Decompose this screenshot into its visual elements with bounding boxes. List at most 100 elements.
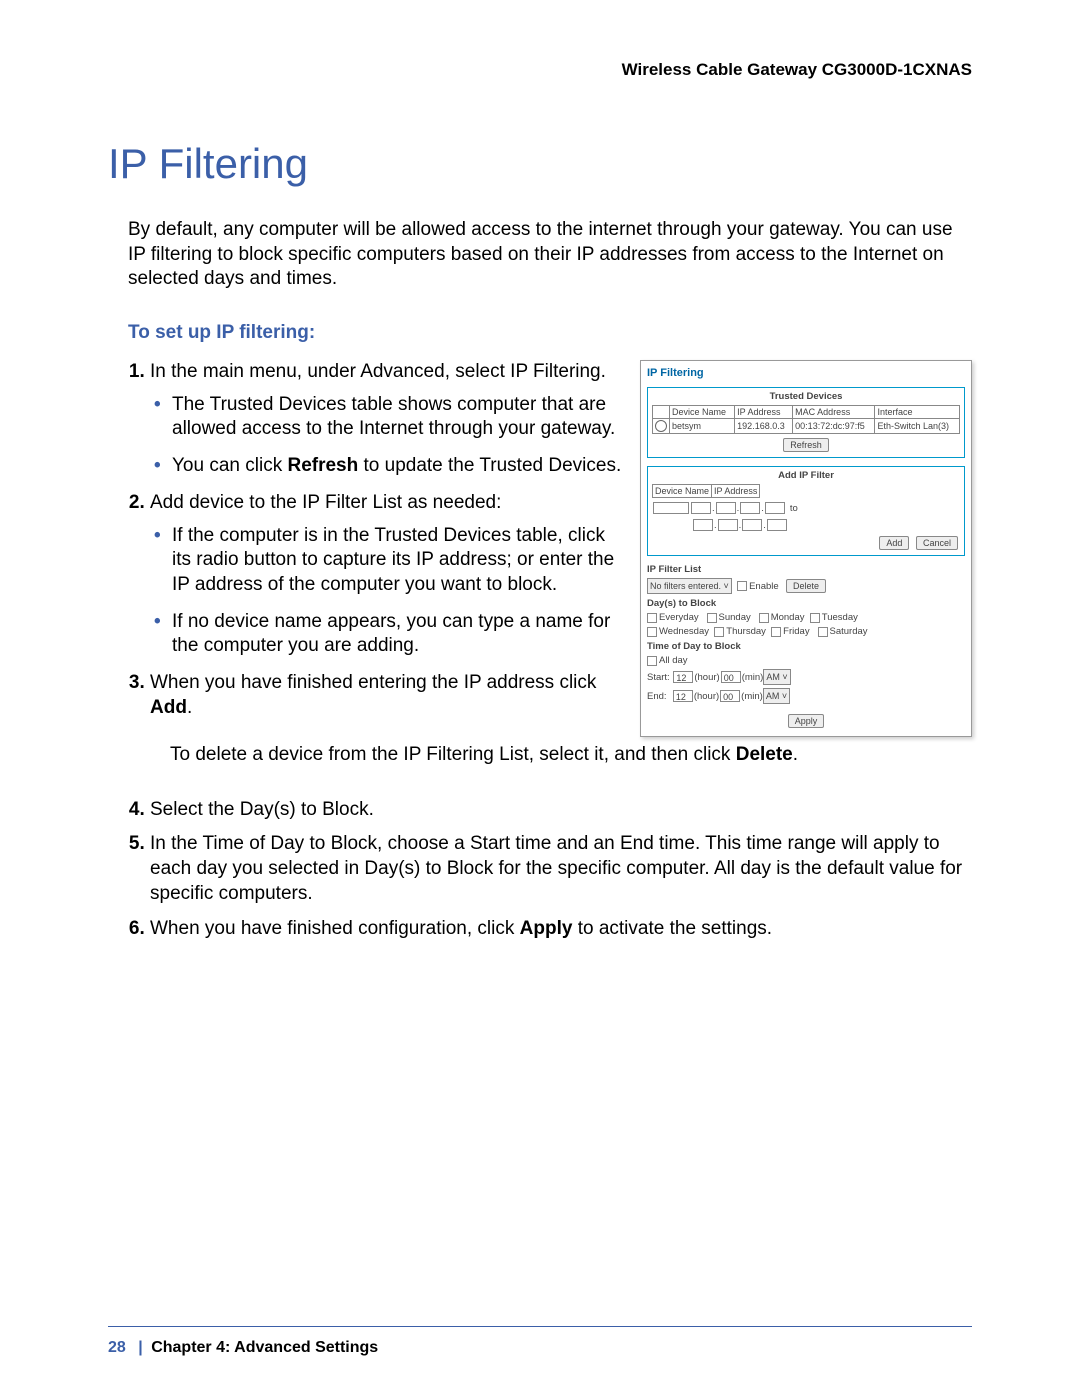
start-min-input[interactable]: 00 <box>721 671 741 683</box>
text-fragment: . <box>187 697 192 718</box>
col-device: Device Name <box>670 406 735 419</box>
add-ip-filter-box: Add IP Filter Device Name IP Address . .… <box>647 466 965 556</box>
day-label: Tuesday <box>822 612 858 623</box>
day-label: Everyday <box>659 612 699 623</box>
ip-octet-input[interactable] <box>718 519 738 531</box>
day-label: Friday <box>783 626 809 637</box>
ip-octet-input[interactable] <box>767 519 787 531</box>
intro-paragraph: By default, any computer will be allowed… <box>128 218 972 292</box>
start-hour-input[interactable]: 12 <box>673 671 693 683</box>
end-label: End: <box>647 691 667 702</box>
ip-octet-input[interactable] <box>742 519 762 531</box>
col-ip: IP Address <box>735 406 793 419</box>
hour-label: (hour) <box>694 672 719 683</box>
procedure-heading: To set up IP filtering: <box>128 322 972 344</box>
hour-label: (hour) <box>694 691 719 702</box>
allday-checkbox[interactable] <box>647 656 657 666</box>
cell-device: betsym <box>670 419 735 434</box>
day-monday-checkbox[interactable] <box>759 613 769 623</box>
allday-label: All day <box>659 655 688 666</box>
trusted-devices-box: Trusted Devices Device Name IP Address M… <box>647 387 965 458</box>
lbl-device: Device Name <box>653 485 712 498</box>
day-sunday-checkbox[interactable] <box>707 613 717 623</box>
step-2-bullet-1: If the computer is in the Trusted Device… <box>172 524 624 598</box>
time-of-day-title: Time of Day to Block <box>647 641 965 652</box>
day-saturday-checkbox[interactable] <box>818 627 828 637</box>
ip-octet-input[interactable] <box>693 519 713 531</box>
day-label: Saturday <box>830 626 868 637</box>
chapter-label: Chapter 4: Advanced Settings <box>151 1339 378 1356</box>
start-label: Start: <box>647 672 670 683</box>
min-label: (min) <box>742 672 764 683</box>
step-1-bullet-2: You can click Refresh to update the Trus… <box>172 454 624 479</box>
apply-button[interactable]: Apply <box>788 714 825 728</box>
day-label: Thursday <box>726 626 766 637</box>
day-thursday-checkbox[interactable] <box>714 627 724 637</box>
end-min-input[interactable]: 00 <box>720 690 740 702</box>
start-ampm-select[interactable]: AM ˅ <box>763 669 790 685</box>
min-label: (min) <box>741 691 763 702</box>
select-device-radio[interactable] <box>655 420 667 432</box>
day-friday-checkbox[interactable] <box>771 627 781 637</box>
ampm-value: AM <box>766 672 780 682</box>
footer-separator: | <box>138 1339 142 1356</box>
refresh-button[interactable]: Refresh <box>783 438 829 452</box>
filter-select-value: No filters entered. <box>650 581 721 591</box>
enable-label: Enable <box>749 581 779 592</box>
step-1-bullet-1: The Trusted Devices table shows computer… <box>172 393 624 442</box>
day-label: Wednesday <box>659 626 709 637</box>
ip-octet-input[interactable] <box>740 502 760 514</box>
step-3: When you have finished entering the IP a… <box>150 671 624 720</box>
cell-interface: Eth-Switch Lan(3) <box>875 419 960 434</box>
day-label: Monday <box>771 612 805 623</box>
step-2-text: Add device to the IP Filter List as need… <box>150 492 501 513</box>
delete-bold: Delete <box>736 744 793 765</box>
footer-rule <box>108 1326 972 1327</box>
day-wednesday-checkbox[interactable] <box>647 627 657 637</box>
text-fragment: When you have finished configuration, cl… <box>150 918 520 939</box>
ip-octet-input[interactable] <box>716 502 736 514</box>
table-row: betsym 192.168.0.3 00:13:72:dc:97:f5 Eth… <box>653 419 960 434</box>
text-fragment: to activate the settings. <box>572 918 772 939</box>
text-fragment: When you have finished entering the IP a… <box>150 672 596 693</box>
filter-select[interactable]: No filters entered. ˅ <box>647 578 732 594</box>
day-everyday-checkbox[interactable] <box>647 613 657 623</box>
step-1: In the main menu, under Advanced, select… <box>150 360 624 479</box>
ip-octet-input[interactable] <box>691 502 711 514</box>
text-fragment: . <box>793 744 798 765</box>
text-fragment: You can click <box>172 455 287 476</box>
panel-title: IP Filtering <box>647 367 965 379</box>
delete-button[interactable]: Delete <box>786 579 826 593</box>
apply-bold: Apply <box>520 918 573 939</box>
col-mac: MAC Address <box>793 406 875 419</box>
step-1-text: In the main menu, under Advanced, select… <box>150 361 606 382</box>
enable-checkbox[interactable] <box>737 581 747 591</box>
product-header: Wireless Cable Gateway CG3000D-1CXNAS <box>108 60 972 80</box>
delete-note: To delete a device from the IP Filtering… <box>170 744 736 765</box>
to-label: to <box>790 503 798 514</box>
refresh-bold: Refresh <box>287 455 358 476</box>
step-2-bullet-2: If no device name appears, you can type … <box>172 610 624 659</box>
step-4: Select the Day(s) to Block. <box>150 798 972 823</box>
ampm-value: AM <box>766 691 780 701</box>
text-fragment: to update the Trusted Devices. <box>358 455 621 476</box>
day-tuesday-checkbox[interactable] <box>810 613 820 623</box>
end-hour-input[interactable]: 12 <box>673 690 693 702</box>
col-interface: Interface <box>875 406 960 419</box>
step-5: In the Time of Day to Block, choose a St… <box>150 832 972 906</box>
ip-octet-input[interactable] <box>765 502 785 514</box>
end-ampm-select[interactable]: AM ˅ <box>763 688 790 704</box>
add-filter-title: Add IP Filter <box>652 470 960 481</box>
add-bold: Add <box>150 697 187 718</box>
day-label: Sunday <box>719 612 751 623</box>
add-button[interactable]: Add <box>879 536 909 550</box>
screenshot-panel: IP Filtering Trusted Devices Device Name… <box>640 360 972 737</box>
page-footer: 28 | Chapter 4: Advanced Settings <box>108 1339 378 1357</box>
cancel-button[interactable]: Cancel <box>916 536 958 550</box>
trusted-devices-title: Trusted Devices <box>652 391 960 402</box>
device-name-input[interactable] <box>653 502 689 514</box>
cell-ip: 192.168.0.3 <box>735 419 793 434</box>
step-6: When you have finished configuration, cl… <box>150 917 972 942</box>
trusted-devices-table: Device Name IP Address MAC Address Inter… <box>652 405 960 434</box>
step-2: Add device to the IP Filter List as need… <box>150 491 624 659</box>
